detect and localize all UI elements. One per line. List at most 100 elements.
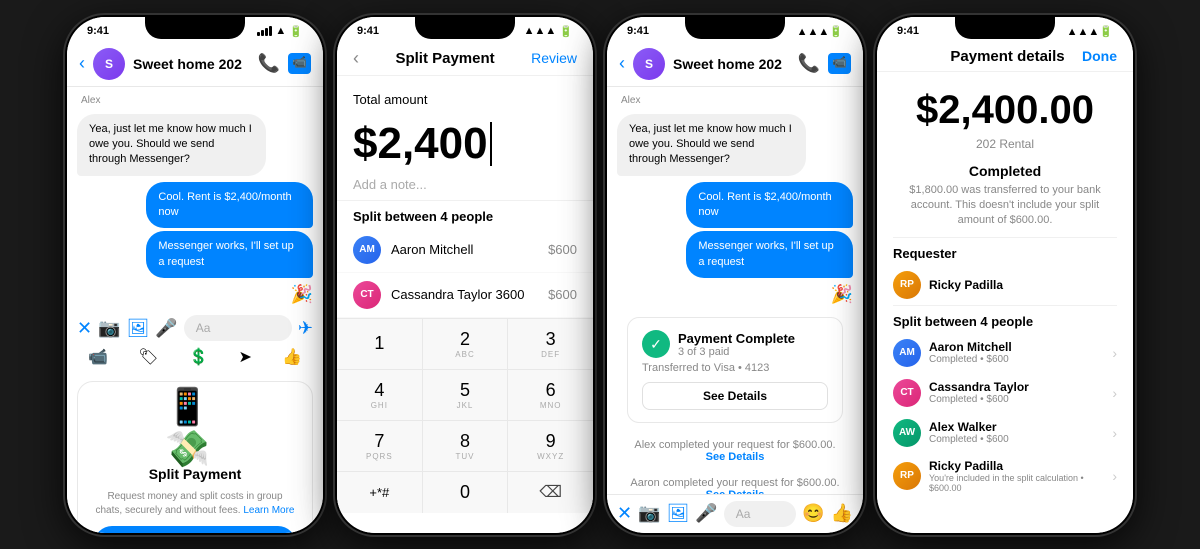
continue-button[interactable]: Continue bbox=[94, 526, 296, 532]
img-icon-3[interactable]: 🖼 bbox=[667, 503, 690, 524]
sent-messages-3: Cool. Rent is $2,400/month now Messenger… bbox=[645, 182, 853, 279]
note-hint[interactable]: Add a note... bbox=[337, 177, 593, 200]
image-icon-1[interactable]: 🖼 bbox=[127, 318, 150, 339]
message-2: Cool. Rent is $2,400/month now bbox=[146, 182, 313, 229]
numpad: 1 2ABC 3DEF 4GHI 5JKL 6MNO 7PQRS 8TUV 9W… bbox=[337, 318, 593, 513]
like-icon[interactable]: 👍 bbox=[282, 347, 302, 367]
pay-icon[interactable]: 💲 bbox=[188, 347, 208, 367]
emoji-icon-3[interactable]: 😊 bbox=[802, 503, 824, 524]
see-details-link-1[interactable]: See Details bbox=[706, 451, 765, 463]
key-7[interactable]: 7PQRS bbox=[337, 421, 422, 471]
key-4[interactable]: 4GHI bbox=[337, 370, 422, 420]
chevron-1: › bbox=[1112, 345, 1117, 361]
battery-icon-1: 🔋 bbox=[289, 25, 303, 38]
split-between-label: Split between 4 people bbox=[337, 200, 593, 228]
pd-status-1: Completed • $600 bbox=[929, 354, 1104, 365]
payment-complete-card: ✓ Payment Complete 3 of 3 paid Transferr… bbox=[627, 317, 843, 423]
key-3[interactable]: 3DEF bbox=[508, 319, 593, 369]
pd-amount: $2,400.00 bbox=[877, 72, 1133, 137]
back-button-3[interactable]: ‹ bbox=[619, 53, 625, 74]
chat-input-bar-3: ✕ 📷 🖼 🎤 Aa 😊 👍 bbox=[607, 494, 863, 533]
signal-3: ▲▲▲🔋 bbox=[797, 25, 843, 38]
time-4: 9:41 bbox=[897, 25, 919, 37]
send-icon-1[interactable]: ✈ bbox=[298, 318, 313, 339]
key-special[interactable]: +*# bbox=[337, 472, 422, 513]
amount-value: $2,400 bbox=[353, 119, 488, 169]
person-amount-1: $600 bbox=[548, 242, 577, 257]
call-icon-1[interactable]: 📞 bbox=[258, 53, 280, 74]
phone-2: 9:41 ▲▲▲ 🔋 ‹ Split Payment Review Total … bbox=[335, 15, 595, 535]
cam-icon[interactable]: 📹 bbox=[88, 347, 108, 367]
split-payment-header: ‹ Split Payment Review bbox=[337, 42, 593, 76]
key-2[interactable]: 2ABC bbox=[423, 319, 508, 369]
pc-title: Payment Complete bbox=[678, 331, 795, 346]
pd-done-button[interactable]: Done bbox=[1082, 48, 1117, 64]
arrow-icon[interactable]: ➤ bbox=[238, 347, 251, 367]
pd-avatar-1: AM bbox=[893, 339, 921, 367]
like-icon-3[interactable]: 👍 bbox=[831, 503, 853, 524]
pd-person-3[interactable]: AW Alex Walker Completed • $600 › bbox=[877, 413, 1133, 453]
sp-body: Total amount $2,400 Add a note... Split … bbox=[337, 76, 593, 533]
phones-container: 9:41 ▲ 🔋 ‹ S Sweet home 202 📞 bbox=[55, 5, 1145, 545]
video-icon-3[interactable]: 📹 bbox=[828, 53, 851, 74]
learn-more-link[interactable]: Learn More bbox=[243, 505, 294, 516]
status-icons-2: ▲▲▲ 🔋 bbox=[524, 25, 573, 38]
cam-icon-3[interactable]: 📷 bbox=[638, 503, 660, 524]
status-icons-3: ▲▲▲🔋 bbox=[797, 25, 843, 38]
mic-icon-1[interactable]: 🎤 bbox=[155, 318, 177, 339]
avatar-3: S bbox=[633, 48, 665, 80]
chat-header-1: ‹ S Sweet home 202 📞 📹 bbox=[67, 42, 323, 87]
split-illustration: 📱💸 bbox=[165, 398, 225, 458]
pd-avatar-4: RP bbox=[893, 462, 921, 490]
key-9[interactable]: 9WXYZ bbox=[508, 421, 593, 471]
pd-status-4: You're included in the split calculation… bbox=[929, 473, 1104, 493]
requester-person: RP Ricky Padilla bbox=[877, 265, 1133, 305]
pd-name-1: Aaron Mitchell bbox=[929, 340, 1104, 354]
chat-body-3: Alex Yea, just let me know how much I ow… bbox=[607, 87, 863, 494]
chat-body-1: Alex Yea, just let me know how much I ow… bbox=[67, 87, 323, 533]
notch-1 bbox=[145, 15, 245, 39]
pd-subtitle: 202 Rental bbox=[877, 137, 1133, 159]
pd-person-1[interactable]: AM Aaron Mitchell Completed • $600 › bbox=[877, 333, 1133, 373]
pc-info: Payment Complete 3 of 3 paid bbox=[678, 331, 795, 358]
quick-reactions-1: 📹 🏷 💲 ➤ 👍 bbox=[77, 347, 313, 367]
key-6[interactable]: 6MNO bbox=[508, 370, 593, 420]
notif-1: Alex completed your request for $600.00.… bbox=[617, 435, 853, 467]
key-1[interactable]: 1 bbox=[337, 319, 422, 369]
sp-back-button[interactable]: ‹ bbox=[353, 48, 359, 69]
signal-4: ▲▲▲🔋 bbox=[1067, 25, 1113, 38]
key-backspace[interactable]: ⌫ bbox=[508, 472, 593, 513]
sticker-icon[interactable]: 🏷 bbox=[138, 347, 158, 367]
key-8[interactable]: 8TUV bbox=[423, 421, 508, 471]
requester-label: Requester bbox=[877, 238, 1133, 265]
notch-3 bbox=[685, 15, 785, 39]
phone-1: 9:41 ▲ 🔋 ‹ S Sweet home 202 📞 bbox=[65, 15, 325, 535]
mic-icon-3[interactable]: 🎤 bbox=[695, 503, 717, 524]
requester-avatar: RP bbox=[893, 271, 921, 299]
pd-person-4[interactable]: RP Ricky Padilla You're included in the … bbox=[877, 453, 1133, 499]
call-icon-3[interactable]: 📞 bbox=[798, 53, 820, 74]
close-icon-3[interactable]: ✕ bbox=[617, 503, 632, 524]
avatar-1: S bbox=[93, 48, 125, 80]
chevron-2: › bbox=[1112, 385, 1117, 401]
pd-person-2[interactable]: CT Cassandra Taylor Completed • $600 › bbox=[877, 373, 1133, 413]
close-icon-1[interactable]: ✕ bbox=[77, 318, 92, 339]
message-input-1[interactable]: Aa bbox=[184, 315, 292, 341]
key-5[interactable]: 5JKL bbox=[423, 370, 508, 420]
camera-icon-1[interactable]: 📷 bbox=[98, 318, 120, 339]
chat-header-3: ‹ S Sweet home 202 📞 📹 bbox=[607, 42, 863, 87]
pd-avatar-2: CT bbox=[893, 379, 921, 407]
pd-name-4: Ricky Padilla bbox=[929, 459, 1104, 473]
message-input-3[interactable]: Aa bbox=[724, 501, 796, 527]
avatar-aaron: AM bbox=[353, 236, 381, 264]
chevron-3: › bbox=[1112, 425, 1117, 441]
key-0[interactable]: 0 bbox=[423, 472, 508, 513]
signal-bars-1 bbox=[257, 26, 272, 36]
see-details-button[interactable]: See Details bbox=[642, 382, 828, 410]
amount-display: $2,400 bbox=[337, 111, 593, 177]
sp-review-button[interactable]: Review bbox=[531, 50, 577, 66]
video-icon-1[interactable]: 📹 bbox=[288, 53, 311, 74]
back-button-1[interactable]: ‹ bbox=[79, 53, 85, 74]
pc-header: ✓ Payment Complete 3 of 3 paid bbox=[642, 330, 828, 358]
notch-2 bbox=[415, 15, 515, 39]
